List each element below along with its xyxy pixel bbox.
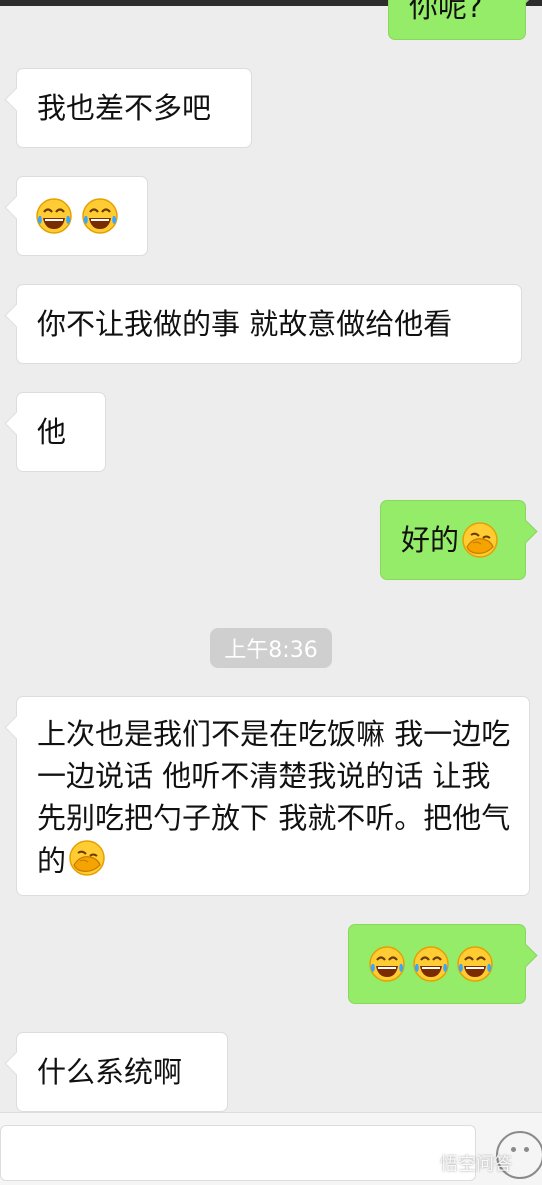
message-text: 什么系统啊 <box>37 1055 183 1089</box>
incoming-emoji-bubble[interactable] <box>16 176 148 256</box>
tears-of-joy-icon <box>456 945 494 983</box>
incoming-message-bubble[interactable]: 什么系统啊 <box>16 1032 228 1112</box>
incoming-message-bubble[interactable]: 我也差不多吧 <box>16 68 252 148</box>
message-text: 好的 <box>401 523 460 557</box>
message-text: 我也差不多吧 <box>37 91 212 125</box>
watermark-label: 悟空问答 <box>440 1154 512 1175</box>
outgoing-message-bubble[interactable]: 好的 <box>380 500 526 580</box>
tears-of-joy-icon <box>368 945 406 983</box>
incoming-message-bubble[interactable]: 你不让我做的事 就故意做给他看 <box>16 284 522 364</box>
outgoing-message-bubble[interactable]: 你呢? <box>388 0 526 40</box>
message-text: 你呢? <box>409 0 483 24</box>
message-input[interactable] <box>0 1125 476 1181</box>
message-text: 他 <box>37 415 67 449</box>
tears-of-joy-icon <box>35 197 73 235</box>
facepalm-emoji-icon <box>461 521 499 559</box>
tears-of-joy-icon <box>412 945 450 983</box>
message-text: 你不让我做的事 就故意做给他看 <box>37 307 453 341</box>
timestamp-label: 上午8:36 <box>210 628 332 668</box>
incoming-message-bubble[interactable]: 他 <box>16 392 106 472</box>
tears-of-joy-icon <box>81 197 119 235</box>
message-text: 上次也是我们不是在吃饭嘛 我一边吃一边说话 他听不清楚我说的话 让我先别吃把勺子… <box>37 717 511 878</box>
incoming-message-bubble[interactable]: 上次也是我们不是在吃饭嘛 我一边吃一边说话 他听不清楚我说的话 让我先别吃把勺子… <box>16 696 530 896</box>
facepalm-emoji-icon <box>68 839 106 877</box>
outgoing-emoji-bubble[interactable] <box>348 924 526 1004</box>
